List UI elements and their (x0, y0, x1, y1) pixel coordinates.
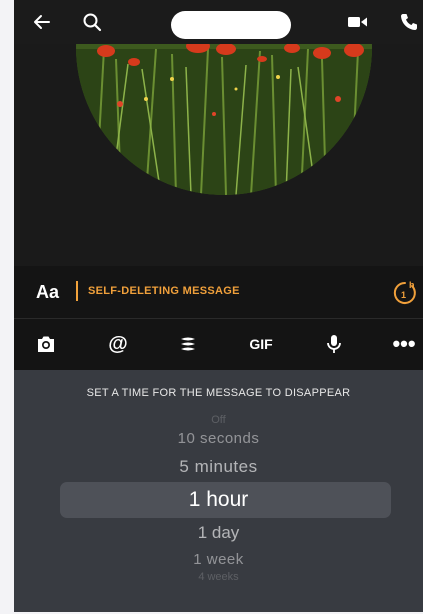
picker-option-off[interactable]: Off (14, 414, 423, 426)
timer-icon[interactable]: 1 h (390, 278, 420, 306)
video-call-icon[interactable] (346, 10, 370, 34)
picker-option-5-minutes[interactable]: 5 minutes (14, 457, 423, 477)
picker-option-1-day[interactable]: 1 day (14, 523, 423, 543)
search-icon[interactable] (80, 10, 104, 34)
chat-screen: Aa SELF-DELETING MESSAGE 1 h @ GIF ••• S… (14, 0, 423, 612)
back-arrow-icon[interactable] (30, 10, 54, 34)
timer-unit: h (409, 280, 415, 290)
message-area (14, 0, 423, 266)
chat-title-redacted[interactable] (171, 11, 291, 39)
disappear-time-picker: SET A TIME FOR THE MESSAGE TO DISAPPEAR … (14, 370, 423, 612)
gif-button[interactable]: GIF (246, 332, 276, 356)
text-cursor (76, 281, 78, 301)
picker-option-1-hour[interactable]: 1 hour (14, 488, 423, 512)
microphone-icon[interactable] (322, 332, 346, 356)
more-options-icon[interactable]: ••• (392, 332, 416, 356)
message-input[interactable]: SELF-DELETING MESSAGE (88, 285, 240, 297)
timer-number: 1 (401, 290, 406, 300)
top-bar (14, 0, 423, 44)
camera-icon[interactable] (34, 332, 58, 356)
mention-icon[interactable]: @ (106, 332, 130, 356)
message-composer: Aa SELF-DELETING MESSAGE 1 h (14, 266, 423, 319)
picker-option-10-seconds[interactable]: 10 seconds (14, 430, 423, 447)
picker-option-1-week[interactable]: 1 week (14, 551, 423, 568)
attachment-toolbar: @ GIF ••• (14, 319, 423, 370)
stack-icon[interactable] (176, 332, 200, 356)
phone-call-icon[interactable] (397, 10, 421, 34)
picker-option-4-weeks[interactable]: 4 weeks (14, 571, 423, 583)
picker-title: SET A TIME FOR THE MESSAGE TO DISAPPEAR (86, 387, 351, 399)
text-format-button[interactable]: Aa (36, 282, 59, 303)
